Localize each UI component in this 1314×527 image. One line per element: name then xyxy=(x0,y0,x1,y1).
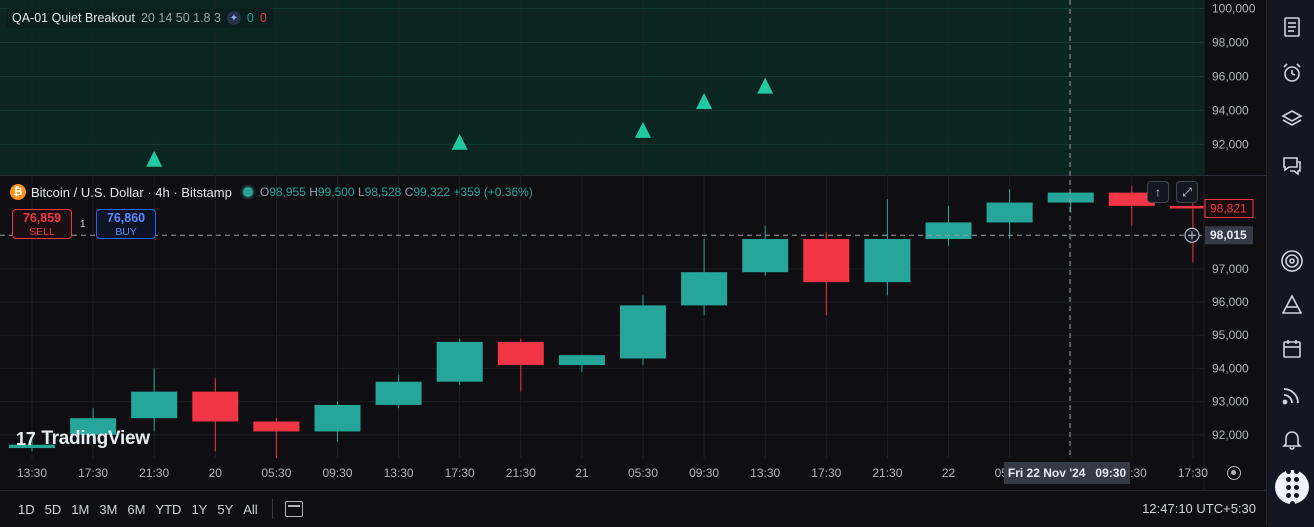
calendar-icon[interactable] xyxy=(1279,336,1305,362)
sell-button[interactable]: 76,859 SELL xyxy=(12,209,72,239)
apps-grid-icon[interactable] xyxy=(1275,468,1309,506)
candle-body xyxy=(314,404,361,432)
ideas-icon[interactable] xyxy=(1279,292,1305,318)
sparkle-icon[interactable]: ✦ xyxy=(226,11,241,25)
last-price-label: 98,821 xyxy=(1210,201,1247,215)
time-x-tick: 21:30 xyxy=(139,466,169,480)
candle-body xyxy=(681,272,728,306)
candle-body xyxy=(436,341,483,382)
crosshair-price-label: 98,015 xyxy=(1210,228,1247,242)
candle-body xyxy=(375,381,422,405)
indicator-count-down: 0 xyxy=(259,11,267,25)
chat-icon[interactable] xyxy=(1279,152,1305,178)
date-range-calendar-icon[interactable] xyxy=(284,501,303,517)
price-change: +359 (+0.36%) xyxy=(453,185,533,199)
indicator-count-up: 0 xyxy=(246,11,254,25)
range-ytd[interactable]: YTD xyxy=(155,502,181,517)
utc-clock[interactable]: 12:47:10 UTC+5:30 xyxy=(1142,501,1256,516)
time-x-tick: 13:30 xyxy=(17,466,47,480)
time-x-tick: 13:30 xyxy=(384,466,414,480)
tradingview-mark-icon: 17 xyxy=(16,428,36,449)
toolbar-divider xyxy=(271,499,273,519)
indicator-y-tick: 100,000 xyxy=(1212,1,1256,15)
candle-body xyxy=(986,202,1033,223)
tradingview-logo: 17 TradingView xyxy=(16,428,150,449)
range-1y[interactable]: 1Y xyxy=(191,502,207,517)
symbol-title: Bitcoin / U.S. Dollar · 4h · Bitstamp xyxy=(31,184,232,200)
time-x-tick: 17:30 xyxy=(1178,466,1208,480)
order-quantity[interactable]: 1 xyxy=(80,219,86,230)
range-1m[interactable]: 1M xyxy=(71,502,89,517)
watchlist-icon[interactable] xyxy=(1279,14,1305,40)
candle-body xyxy=(864,239,911,283)
range-6m[interactable]: 6M xyxy=(127,502,145,517)
candle-body xyxy=(253,421,300,432)
indicator-legend[interactable]: QA-01 Quiet Breakout 20 14 50 1.8 3 ✦ 0 … xyxy=(6,8,273,28)
candle-body xyxy=(803,239,850,283)
time-x-tick: 05:30 xyxy=(628,466,658,480)
indicator-y-tick: 98,000 xyxy=(1212,35,1249,49)
candle-body xyxy=(558,355,605,366)
time-x-tick: 17:30 xyxy=(811,466,841,480)
bitcoin-icon: ₿ xyxy=(10,184,26,200)
indicator-y-tick: 92,000 xyxy=(1212,137,1249,151)
time-x-tick: 21 xyxy=(575,466,589,480)
candle-body xyxy=(742,239,789,273)
time-x-tick: 21:30 xyxy=(872,466,902,480)
candle-body xyxy=(131,391,178,419)
alarm-clock-icon[interactable] xyxy=(1279,60,1305,86)
candle-body xyxy=(192,391,239,422)
chart-canvas[interactable]: 92,000 94,000 96,000 98,000 100,000 92,000 93,… xyxy=(0,0,1266,490)
layers-icon[interactable] xyxy=(1279,106,1305,132)
price-y-tick: 93,000 xyxy=(1212,395,1249,409)
candle-body xyxy=(620,305,666,359)
time-x-tick: 09:30 xyxy=(322,466,352,480)
crosshair-time-label: Fri 22 Nov '24 09:30 xyxy=(1004,462,1130,484)
symbol-legend[interactable]: ₿ Bitcoin / U.S. Dollar · 4h · Bitstamp … xyxy=(10,184,533,200)
range-3m[interactable]: 3M xyxy=(99,502,117,517)
price-y-tick: 97,000 xyxy=(1212,262,1249,276)
range-5d[interactable]: 5D xyxy=(45,502,62,517)
time-x-tick: 05:30 xyxy=(261,466,291,480)
time-x-tick: 09:30 xyxy=(689,466,719,480)
range-all[interactable]: All xyxy=(243,502,257,517)
time-x-tick: 20 xyxy=(209,466,223,480)
settings-gear-icon[interactable] xyxy=(1227,466,1241,480)
time-x-tick: 13:30 xyxy=(750,466,780,480)
candle-body xyxy=(1047,192,1094,203)
indicator-name: QA-01 Quiet Breakout xyxy=(12,11,135,25)
market-status-icon xyxy=(240,185,255,199)
time-x-tick: 21:30 xyxy=(506,466,536,480)
ohlc-values: O98,955 H99,500 L98,528 C99,322 +359 (+0… xyxy=(259,185,533,199)
target-icon[interactable] xyxy=(1279,248,1305,274)
candle-body xyxy=(925,222,972,240)
time-x-tick: 17:30 xyxy=(78,466,108,480)
price-y-tick: 96,000 xyxy=(1212,295,1249,309)
buy-button[interactable]: 76,860 BUY xyxy=(96,209,156,239)
price-y-tick: 92,000 xyxy=(1212,428,1249,442)
range-1d[interactable]: 1D xyxy=(18,502,35,517)
right-sidebar xyxy=(1266,0,1314,526)
price-y-tick: 94,000 xyxy=(1212,361,1249,375)
range-5y[interactable]: 5Y xyxy=(217,502,233,517)
bell-icon[interactable] xyxy=(1279,426,1305,452)
candle-body xyxy=(497,341,544,366)
chart-area[interactable]: 92,000 94,000 96,000 98,000 100,000 92,000 93,… xyxy=(0,0,1266,526)
indicator-params: 20 14 50 1.8 3 xyxy=(140,11,221,25)
indicator-y-tick: 94,000 xyxy=(1212,103,1249,117)
time-x-tick: 17:30 xyxy=(445,466,475,480)
maximize-pane-icon[interactable]: ⤢ xyxy=(1176,181,1198,203)
scroll-up-icon[interactable]: ↑ xyxy=(1147,181,1169,203)
time-x-tick: 22 xyxy=(942,466,956,480)
indicator-y-tick: 96,000 xyxy=(1212,69,1249,83)
signal-icon[interactable] xyxy=(1279,382,1305,408)
bottom-toolbar: 1D 5D 1M 3M 6M YTD 1Y 5Y All 12:47:10 UT… xyxy=(0,490,1266,527)
price-y-tick: 95,000 xyxy=(1212,328,1249,342)
